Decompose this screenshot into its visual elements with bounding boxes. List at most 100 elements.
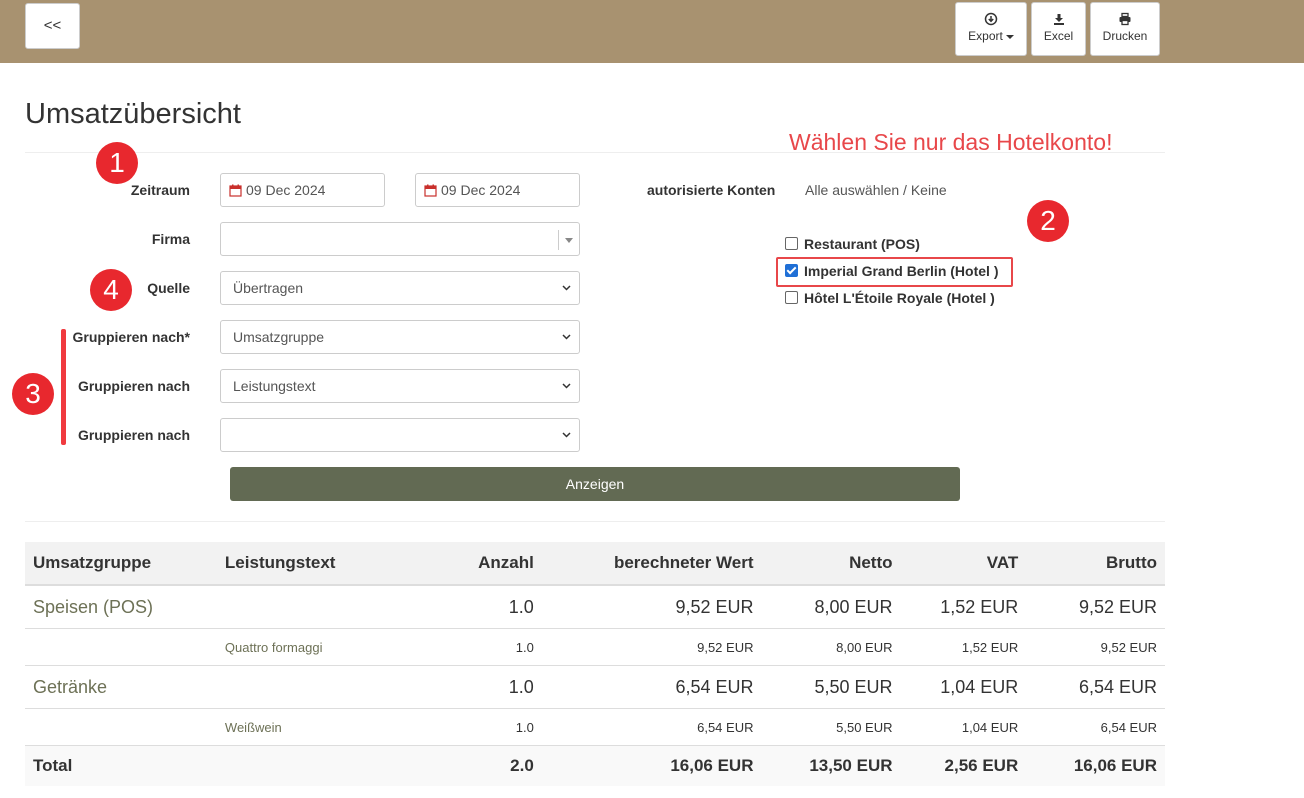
combo-divider: [558, 230, 559, 250]
zeitraum-label: Zeitraum: [130, 182, 190, 198]
excel-button[interactable]: Excel: [1031, 2, 1086, 56]
download-circle-icon: [984, 12, 998, 26]
table-cell: 9,52 EUR: [541, 628, 762, 666]
select-none-link[interactable]: Keine: [911, 182, 947, 198]
table-cell: 9,52 EUR: [541, 584, 762, 629]
group2-label: Gruppieren nach: [77, 378, 190, 394]
table-cell: 1,52 EUR: [900, 628, 1027, 666]
chevron-down-icon: [562, 334, 571, 340]
table-cell: Getränke: [25, 665, 217, 709]
divider: [25, 152, 1165, 153]
table-row: Quattro formaggi 1.0 9,52 EUR 8,00 EUR 1…: [25, 628, 1165, 666]
group1-value: Umsatzgruppe: [233, 329, 325, 345]
table-cell: 9,52 EUR: [1026, 628, 1165, 666]
account-label: Imperial Grand Berlin (Hotel ): [804, 263, 999, 279]
download-icon: [1053, 14, 1064, 25]
page-title: Umsatzübersicht: [25, 98, 241, 130]
export-label: Export: [968, 29, 1003, 43]
table-cell: Total: [25, 745, 217, 786]
group3-select[interactable]: [220, 418, 580, 452]
table-cell: 6,54 EUR: [1026, 665, 1165, 709]
back-button[interactable]: <<: [25, 3, 80, 49]
table-cell: 5,50 EUR: [761, 708, 901, 746]
calendar-icon: [229, 184, 242, 197]
total-row: Total 2.0 16,06 EUR 13,50 EUR 2,56 EUR 1…: [25, 745, 1165, 786]
table-cell: [25, 628, 217, 666]
quelle-select[interactable]: Übertragen: [220, 271, 580, 305]
date-from-value: 09 Dec 2024: [246, 182, 326, 198]
group2-value: Leistungstext: [233, 378, 316, 394]
column-header: Leistungstext: [216, 542, 409, 586]
account-checkbox[interactable]: [785, 237, 798, 250]
table-cell: [216, 745, 409, 786]
divider: [25, 521, 1165, 522]
table-cell: Speisen (POS): [25, 584, 217, 629]
chevron-down-icon: [565, 238, 573, 243]
table-cell: 1.0: [408, 584, 542, 629]
account-label: Hôtel L'Étoile Royale (Hotel ): [804, 290, 995, 306]
firma-combobox[interactable]: [220, 222, 580, 256]
quelle-value: Übertragen: [233, 280, 304, 296]
table-cell: 6,54 EUR: [541, 708, 762, 746]
table-cell: [216, 665, 409, 709]
group3-label: Gruppieren nach: [77, 427, 190, 443]
column-header: Umsatzgruppe: [25, 542, 217, 586]
table-cell: 13,50 EUR: [761, 745, 901, 786]
account-checkbox[interactable]: [785, 291, 798, 304]
select-all-link[interactable]: Alle auswählen: [805, 182, 899, 198]
chevron-down-icon: [562, 432, 571, 438]
table-cell: 8,00 EUR: [761, 628, 901, 666]
table-cell: 6,54 EUR: [541, 665, 762, 709]
table-cell: 2,56 EUR: [900, 745, 1027, 786]
print-button[interactable]: Drucken: [1090, 2, 1160, 56]
table-cell: 6,54 EUR: [1026, 708, 1165, 746]
table-cell: 1.0: [408, 665, 542, 709]
account-checkbox[interactable]: [785, 264, 798, 277]
quelle-label: Quelle: [147, 280, 190, 296]
firma-label: Firma: [151, 231, 190, 247]
print-label: Drucken: [1102, 29, 1148, 43]
group1-select[interactable]: Umsatzgruppe: [220, 320, 580, 354]
account-checkbox-row[interactable]: Restaurant (POS): [785, 236, 920, 252]
table-row: Weißwein 1.0 6,54 EUR 5,50 EUR 1,04 EUR …: [25, 708, 1165, 746]
table-cell: 16,06 EUR: [1026, 745, 1165, 786]
table-cell: 2.0: [408, 745, 542, 786]
table-cell: Quattro formaggi: [216, 628, 409, 666]
account-label: Restaurant (POS): [804, 236, 920, 252]
accounts-label: autorisierte Konten: [647, 182, 776, 198]
date-from-input[interactable]: 09 Dec 2024: [220, 173, 385, 207]
table-cell: 5,50 EUR: [761, 665, 901, 709]
excel-label: Excel: [1043, 29, 1074, 43]
table-cell: 1.0: [408, 628, 542, 666]
account-checkbox-row[interactable]: Imperial Grand Berlin (Hotel ): [785, 263, 998, 279]
column-header: Netto: [761, 542, 901, 586]
column-header: Anzahl: [408, 542, 542, 586]
chevron-down-icon: [562, 383, 571, 389]
calendar-icon: [424, 184, 437, 197]
date-to-value: 09 Dec 2024: [441, 182, 521, 198]
table-cell: Weißwein: [216, 708, 409, 746]
group2-select[interactable]: Leistungstext: [220, 369, 580, 403]
annotation-badge-2: 2: [1027, 200, 1069, 242]
results-table: Umsatzgruppe Leistungstext Anzahl berech…: [25, 542, 1165, 786]
table-cell: 9,52 EUR: [1026, 584, 1165, 629]
select-links: Alle auswählen / Keine: [805, 182, 947, 198]
table-cell: [25, 708, 217, 746]
link-separator: /: [899, 182, 911, 198]
show-button[interactable]: Anzeigen: [230, 467, 960, 501]
table-cell: [216, 584, 409, 629]
date-to-input[interactable]: 09 Dec 2024: [415, 173, 580, 207]
group1-label: Gruppieren nach*: [72, 329, 190, 345]
account-checkbox-row[interactable]: Hôtel L'Étoile Royale (Hotel ): [785, 290, 995, 306]
table-row: Getränke 1.0 6,54 EUR 5,50 EUR 1,04 EUR …: [25, 665, 1165, 709]
annotation-badge-1: 1: [96, 142, 138, 184]
column-header: Brutto: [1026, 542, 1165, 586]
table-cell: 1.0: [408, 708, 542, 746]
export-button[interactable]: Export: [955, 2, 1027, 56]
table-row: Speisen (POS) 1.0 9,52 EUR 8,00 EUR 1,52…: [25, 584, 1165, 629]
table-cell: 16,06 EUR: [541, 745, 762, 786]
column-header: VAT: [900, 542, 1027, 586]
table-cell: 1,04 EUR: [900, 708, 1027, 746]
table-cell: 1,52 EUR: [900, 584, 1027, 629]
printer-icon: [1119, 12, 1131, 26]
